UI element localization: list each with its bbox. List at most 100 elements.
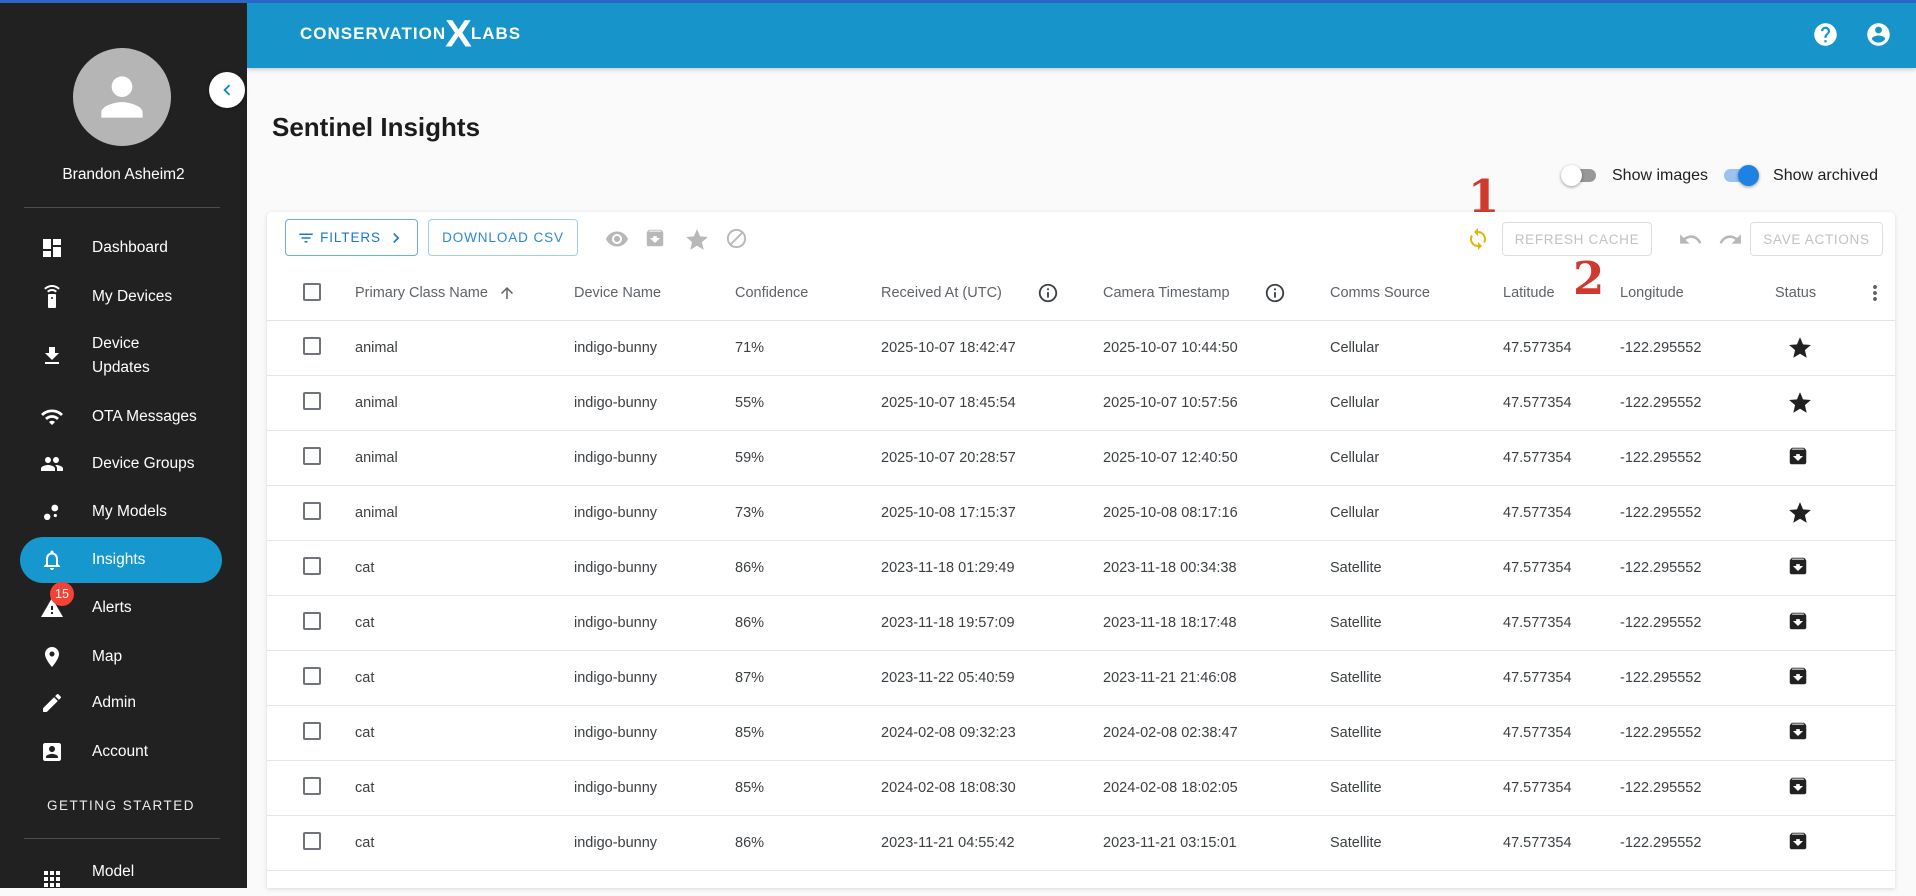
cell-comms-source: Cellular: [1330, 394, 1380, 411]
info-icon[interactable]: [1264, 282, 1286, 304]
sidebar-item-device-groups[interactable]: Device Groups: [20, 440, 222, 488]
block-icon[interactable]: [725, 227, 749, 251]
star-icon[interactable]: [1787, 500, 1812, 525]
bubble-chart-icon: [40, 500, 64, 524]
archive-icon[interactable]: [1787, 665, 1812, 690]
sidebar-item-admin[interactable]: Admin: [20, 679, 222, 727]
archive-icon[interactable]: [1787, 445, 1812, 470]
appbar: CONSERVATION X LABS: [247, 0, 1916, 68]
sidebar-item-map[interactable]: Map: [20, 633, 222, 681]
sidebar-item-label: Admin: [92, 693, 136, 711]
table-row: cat indigo-bunny 86% 2023-11-21 04:55:42 202…: [267, 815, 1895, 871]
column-header-camera-timestamp[interactable]: Camera Timestamp: [1103, 266, 1230, 320]
sidebar-item-account[interactable]: Account: [20, 728, 222, 776]
cell-received-at: 2023-11-22 05:40:59: [881, 669, 1015, 686]
sidebar-item-alerts[interactable]: 15 Alerts: [20, 582, 222, 632]
star-icon[interactable]: [1787, 335, 1812, 360]
save-actions-button[interactable]: SAVE ACTIONS: [1750, 222, 1883, 256]
cell-device-name: indigo-bunny: [574, 449, 658, 466]
cell-primary-class-name: animal: [355, 449, 398, 466]
person-icon: [91, 66, 153, 128]
cell-device-name: indigo-bunny: [574, 834, 658, 851]
show-images-toggle[interactable]: [1561, 165, 1598, 186]
cell-primary-class-name: cat: [355, 614, 375, 631]
sidebar-collapse-button[interactable]: [209, 72, 245, 108]
row-checkbox[interactable]: [303, 832, 321, 850]
sidebar-item-ota-messages[interactable]: OTA Messages: [20, 393, 222, 441]
row-checkbox[interactable]: [303, 777, 321, 795]
cell-camera-timestamp: 2025-10-07 12:40:50: [1103, 449, 1238, 466]
cell-comms-source: Satellite: [1330, 724, 1382, 741]
archive-icon[interactable]: [1787, 775, 1812, 800]
sidebar-divider: [24, 207, 220, 208]
column-header-confidence[interactable]: Confidence: [735, 266, 808, 320]
row-checkbox[interactable]: [303, 722, 321, 740]
star-icon[interactable]: [684, 227, 708, 251]
row-checkbox[interactable]: [303, 502, 321, 520]
sidebar-item-model[interactable]: Model: [20, 848, 222, 896]
archive-icon[interactable]: [644, 227, 668, 251]
cell-device-name: indigo-bunny: [574, 669, 658, 686]
people-icon: [40, 452, 64, 476]
refresh-cache-button[interactable]: REFRESH CACHE: [1502, 222, 1652, 256]
cell-confidence: 85%: [735, 779, 765, 796]
info-icon[interactable]: [1037, 282, 1059, 304]
row-checkbox[interactable]: [303, 392, 321, 410]
account-circle-icon[interactable]: [1865, 21, 1892, 48]
cell-primary-class-name: cat: [355, 779, 375, 796]
cell-received-at: 2025-10-07 18:45:54: [881, 394, 1016, 411]
avatar: [73, 48, 171, 146]
sidebar-item-label: Alerts: [92, 598, 132, 616]
help-icon[interactable]: [1812, 21, 1839, 48]
cell-device-name: indigo-bunny: [574, 504, 658, 521]
toggles-row: Show images Show archived: [1561, 165, 1878, 186]
row-checkbox[interactable]: [303, 667, 321, 685]
alerts-badge: 15: [50, 582, 74, 606]
column-header-received-at[interactable]: Received At (UTC): [881, 266, 1002, 320]
sort-ascending-icon[interactable]: [498, 284, 516, 302]
sidebar-item-my-devices[interactable]: My Devices: [20, 273, 222, 321]
row-checkbox[interactable]: [303, 447, 321, 465]
column-header-status[interactable]: Status: [1775, 266, 1816, 320]
filters-button[interactable]: FILTERS: [285, 219, 418, 256]
getting-started-section-label: GETTING STARTED: [47, 798, 196, 813]
sidebar-item-insights[interactable]: Insights: [20, 537, 222, 583]
row-checkbox[interactable]: [303, 337, 321, 355]
show-images-label: Show images: [1612, 166, 1709, 184]
archive-icon[interactable]: [1787, 720, 1812, 745]
remote-device-icon: [40, 285, 64, 309]
cell-longitude: -122.295552: [1620, 834, 1702, 851]
cell-camera-timestamp: 2025-10-07 10:57:56: [1103, 394, 1238, 411]
sync-icon[interactable]: [1466, 227, 1490, 251]
redo-icon[interactable]: [1718, 227, 1742, 251]
sidebar-item-device-updates[interactable]: Device Updates: [20, 320, 222, 392]
cell-comms-source: Cellular: [1330, 339, 1380, 356]
show-archived-toggle[interactable]: [1722, 165, 1760, 186]
sidebar-item-my-models[interactable]: My Models: [20, 488, 222, 536]
table-row: animal indigo-bunny 73% 2025-10-08 17:15:37…: [267, 485, 1895, 541]
archive-icon[interactable]: [1787, 610, 1812, 635]
select-all-checkbox[interactable]: [303, 283, 321, 301]
column-header-device-name[interactable]: Device Name: [574, 266, 661, 320]
sidebar-item-dashboard[interactable]: Dashboard: [20, 224, 222, 272]
save-actions-label: SAVE ACTIONS: [1763, 231, 1870, 247]
download-csv-button[interactable]: DOWNLOAD CSV: [428, 219, 578, 256]
column-header-primary-class-name[interactable]: Primary Class Name: [355, 266, 516, 320]
cell-device-name: indigo-bunny: [574, 614, 658, 631]
column-header-latitude[interactable]: Latitude: [1503, 266, 1555, 320]
cell-longitude: -122.295552: [1620, 614, 1702, 631]
column-header-comms-source[interactable]: Comms Source: [1330, 266, 1430, 320]
archive-icon[interactable]: [1787, 555, 1812, 580]
row-checkbox[interactable]: [303, 557, 321, 575]
eye-icon[interactable]: [605, 227, 629, 251]
more-vert-icon[interactable]: [1863, 281, 1887, 305]
account-box-icon: [40, 740, 64, 764]
cell-latitude: 47.577354: [1503, 614, 1572, 631]
column-header-longitude[interactable]: Longitude: [1620, 266, 1684, 320]
cell-comms-source: Satellite: [1330, 559, 1382, 576]
row-checkbox[interactable]: [303, 612, 321, 630]
archive-icon[interactable]: [1787, 830, 1812, 855]
undo-icon[interactable]: [1678, 227, 1702, 251]
star-icon[interactable]: [1787, 390, 1812, 415]
cell-received-at: 2024-02-08 18:08:30: [881, 779, 1016, 796]
